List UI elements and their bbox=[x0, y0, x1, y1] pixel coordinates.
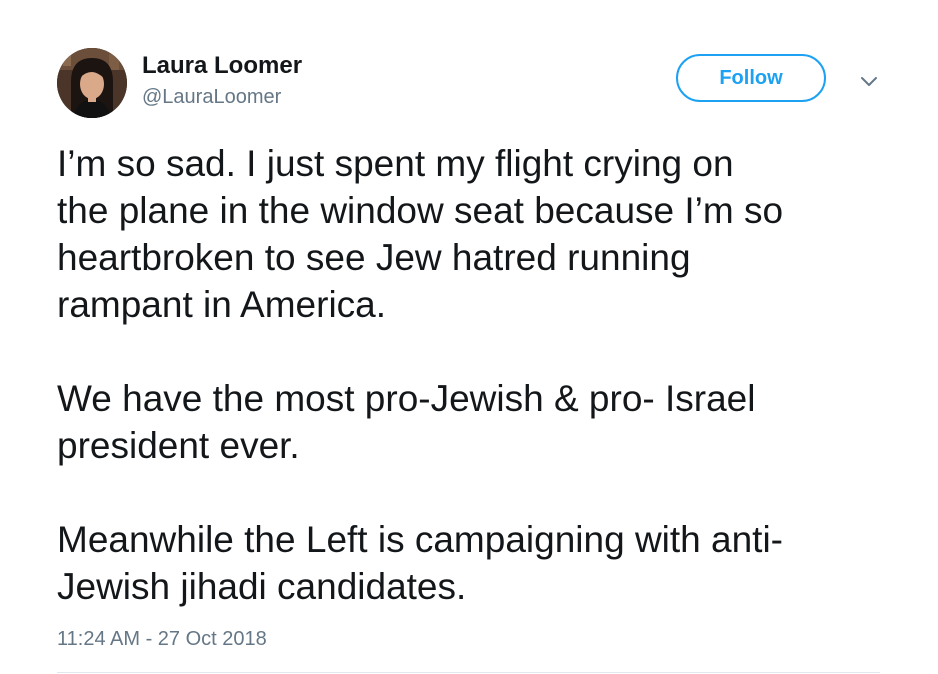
tweet-card: Laura Loomer @LauraLoomer Follow I’m so … bbox=[0, 0, 938, 674]
display-name[interactable]: Laura Loomer bbox=[142, 52, 302, 80]
avatar[interactable] bbox=[57, 48, 127, 118]
chevron-down-icon[interactable] bbox=[858, 70, 880, 92]
tweet-text: I’m so sad. I just spent my flight cryin… bbox=[57, 140, 917, 610]
tweet-timestamp[interactable]: 11:24 AM - 27 Oct 2018 bbox=[57, 628, 267, 651]
tweet-paragraph: Meanwhile the Left is campaigning with a… bbox=[57, 519, 783, 607]
user-handle[interactable]: @LauraLoomer bbox=[142, 86, 281, 109]
tweet-paragraph: I’m so sad. I just spent my flight cryin… bbox=[57, 143, 784, 325]
avatar-image bbox=[57, 48, 127, 118]
tweet-paragraph: We have the most pro-Jewish & pro- Israe… bbox=[57, 378, 756, 466]
divider bbox=[57, 672, 880, 673]
follow-button[interactable]: Follow bbox=[676, 54, 826, 102]
